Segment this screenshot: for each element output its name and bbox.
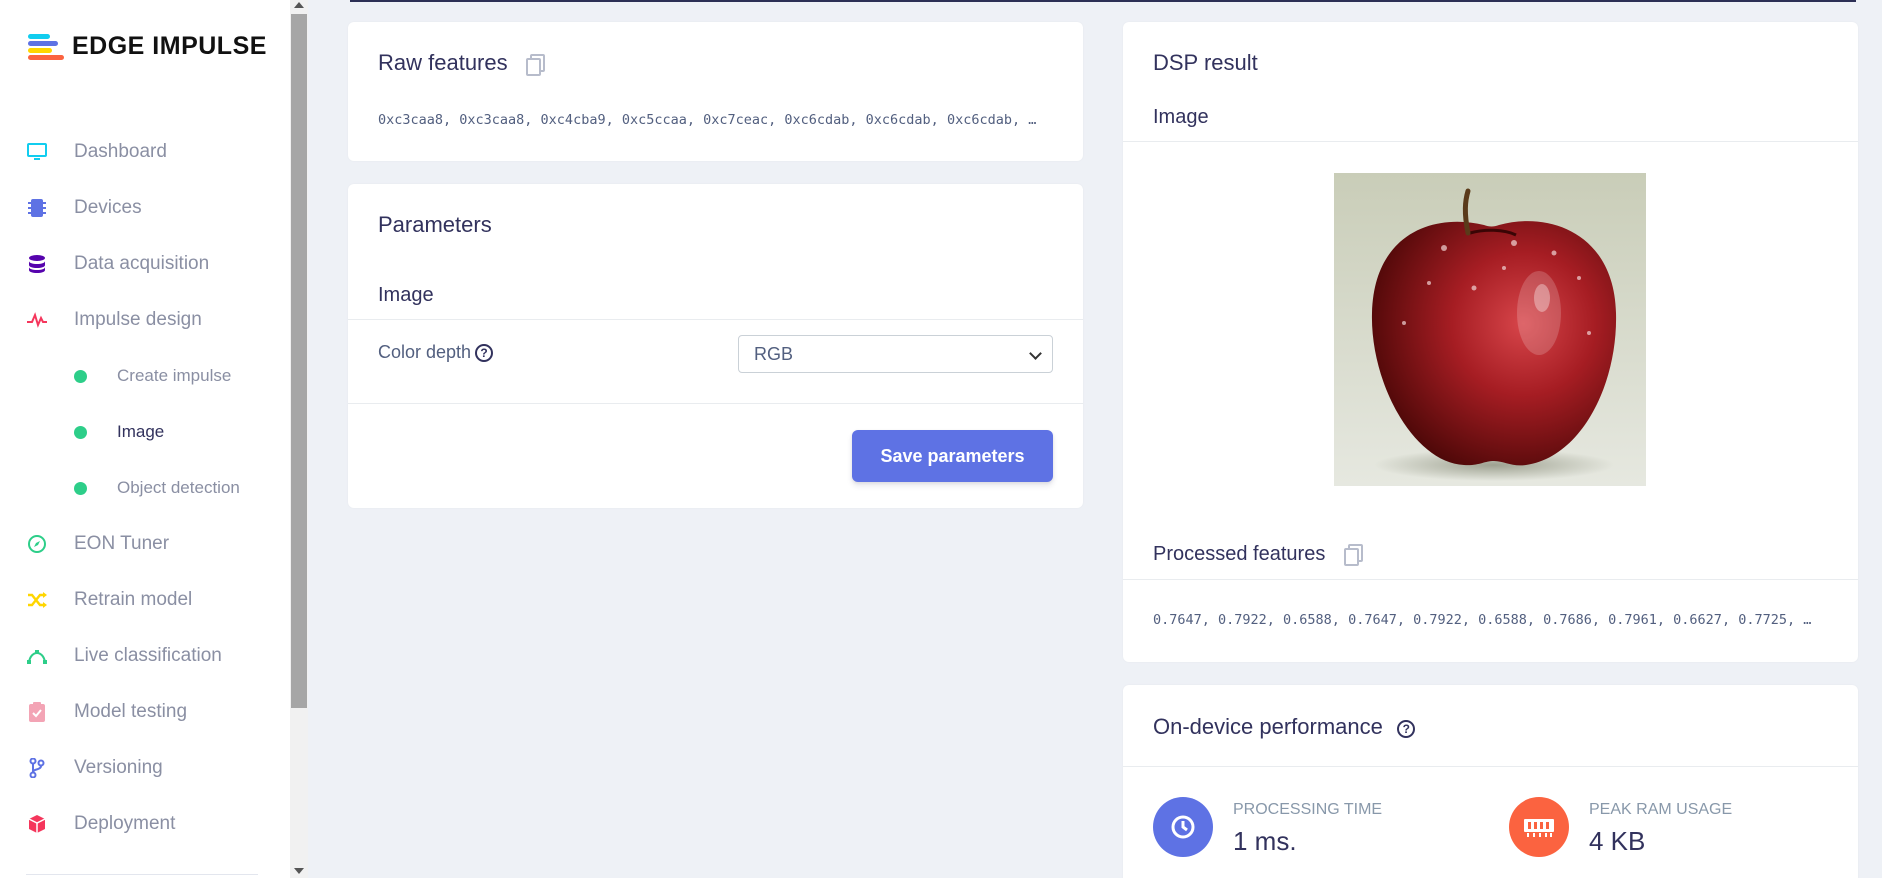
sidebar-item-dashboard[interactable]: Dashboard: [0, 124, 290, 180]
processing-time-value: 1 ms.: [1233, 826, 1297, 856]
processed-features-title: Processed features: [1153, 543, 1326, 565]
sidebar-item-label: Retrain model: [74, 589, 193, 610]
parameters-title: Parameters: [378, 212, 492, 237]
copy-icon[interactable]: [1343, 544, 1363, 566]
parameters-card: Parameters Image Color depth? RGB Save p…: [348, 184, 1083, 508]
sidebar-divider: [26, 874, 258, 875]
sidebar-subitem-object-detection[interactable]: Object detection: [0, 460, 290, 516]
help-icon[interactable]: ?: [475, 344, 494, 362]
sidebar-item-label: Live classification: [74, 645, 222, 666]
save-parameters-button[interactable]: Save parameters: [852, 430, 1053, 482]
divider: [1123, 766, 1858, 767]
sidebar-item-label: Devices: [74, 197, 142, 218]
performance-card: On-device performance ? PROCESSING TIME …: [1123, 685, 1858, 878]
performance-title: On-device performance: [1153, 714, 1383, 739]
edge-impulse-logo-icon: [28, 33, 64, 60]
raw-features-values: 0xc3caa8, 0xc3caa8, 0xc4cba9, 0xc5ccaa, …: [378, 112, 1037, 128]
sidebar-subitem-label: Create impulse: [117, 366, 232, 385]
ram-usage-label: PEAK RAM USAGE: [1589, 801, 1733, 818]
sidebar-item-deployment[interactable]: Deployment: [0, 796, 290, 852]
raw-features-title: Raw features: [378, 50, 508, 75]
cube-icon: [26, 813, 48, 835]
sidebar-item-data-acquisition[interactable]: Data acquisition: [0, 236, 290, 292]
sidebar-item-devices[interactable]: Devices: [0, 180, 290, 236]
ram-usage-icon-circle: [1509, 797, 1569, 857]
sidebar: EDGE IMPULSE Dashboard Devices Data acqu…: [0, 0, 290, 878]
scroll-up-arrow-icon[interactable]: [294, 2, 304, 8]
scroll-down-arrow-icon[interactable]: [294, 868, 304, 874]
scrollbar-thumb[interactable]: [291, 14, 307, 708]
clock-icon: [1171, 815, 1195, 839]
divider: [348, 403, 1083, 404]
header-divider: [350, 0, 1856, 2]
sidebar-item-label: Versioning: [74, 757, 163, 778]
sidebar-item-label: Deployment: [74, 813, 176, 834]
color-depth-value: RGB: [754, 343, 794, 364]
sidebar-item-eon-tuner[interactable]: EON Tuner: [0, 516, 290, 572]
copy-icon[interactable]: [526, 54, 546, 76]
color-depth-select[interactable]: RGB: [738, 335, 1053, 373]
sidebar-item-retrain-model[interactable]: Retrain model: [0, 572, 290, 628]
divider: [348, 319, 1083, 320]
divider: [1123, 579, 1858, 580]
status-dot-icon: [74, 481, 87, 495]
brand-name: EDGE IMPULSE: [72, 32, 267, 60]
sidebar-item-live-classification[interactable]: Live classification: [0, 628, 290, 684]
memory-icon: [1524, 819, 1554, 837]
clipboard-check-icon: [26, 701, 48, 723]
database-icon: [26, 253, 48, 275]
sidebar-subitem-image[interactable]: Image: [0, 404, 290, 460]
sidebar-item-label: Impulse design: [74, 309, 202, 330]
status-dot-icon: [74, 369, 87, 383]
ram-usage-value: 4 KB: [1589, 826, 1646, 856]
monitor-icon: [26, 141, 48, 163]
sidebar-subitem-label: Image: [117, 422, 165, 441]
processed-features-values: 0.7647, 0.7922, 0.6588, 0.7647, 0.7922, …: [1153, 612, 1812, 628]
chevron-down-icon: [1029, 347, 1042, 360]
shuffle-icon: [26, 589, 48, 611]
sidebar-item-label: EON Tuner: [74, 533, 170, 554]
bezier-icon: [26, 645, 48, 667]
sidebar-item-label: Data acquisition: [74, 253, 210, 274]
chip-icon: [26, 197, 48, 219]
processing-time-label: PROCESSING TIME: [1233, 801, 1383, 818]
sidebar-subitem-create-impulse[interactable]: Create impulse: [0, 348, 290, 404]
color-depth-label-text: Color depth: [378, 342, 472, 362]
branch-icon: [26, 757, 48, 779]
sidebar-item-versioning[interactable]: Versioning: [0, 740, 290, 796]
dsp-image-label: Image: [1153, 106, 1209, 128]
pulse-icon: [26, 309, 48, 331]
sidebar-nav: Dashboard Devices Data acquisition Impul…: [0, 124, 290, 852]
dsp-result-image: [1334, 173, 1646, 486]
sidebar-item-impulse-design[interactable]: Impulse design: [0, 292, 290, 348]
sidebar-item-label: Model testing: [74, 701, 188, 722]
color-depth-label: Color depth?: [378, 342, 494, 363]
compass-icon: [26, 533, 48, 555]
sidebar-item-label: Dashboard: [74, 141, 167, 162]
help-icon[interactable]: ?: [1397, 720, 1416, 738]
sidebar-item-model-testing[interactable]: Model testing: [0, 684, 290, 740]
divider: [1123, 141, 1858, 142]
sidebar-scrollbar[interactable]: [290, 0, 308, 878]
parameters-section-title: Image: [378, 284, 434, 306]
sidebar-subitem-label: Object detection: [117, 478, 240, 497]
raw-features-card: Raw features 0xc3caa8, 0xc3caa8, 0xc4cba…: [348, 22, 1083, 161]
status-dot-icon: [74, 425, 87, 439]
brand-logo[interactable]: EDGE IMPULSE: [28, 32, 267, 61]
dsp-result-title: DSP result: [1153, 50, 1258, 75]
processing-time-icon-circle: [1153, 797, 1213, 857]
